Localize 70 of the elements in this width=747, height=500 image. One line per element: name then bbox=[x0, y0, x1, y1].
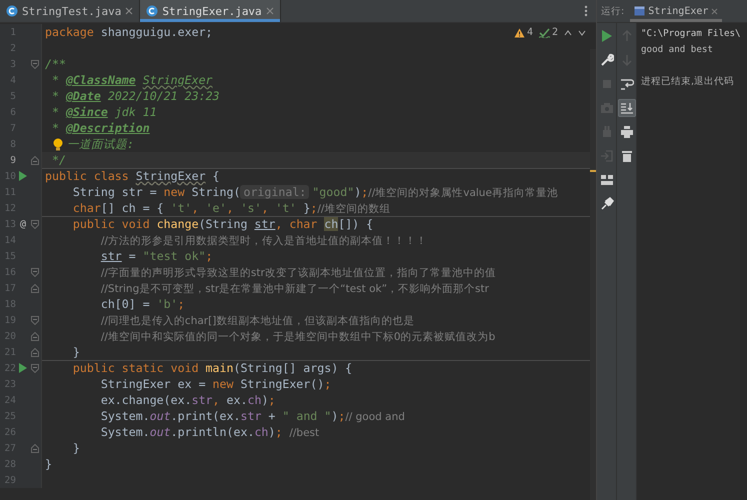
code-line: char[] ch = { 't', 'e', 's', 't' };//堆空间的数组 bbox=[72, 200, 390, 216]
toolbar-button[interactable] bbox=[618, 99, 636, 117]
window-icon bbox=[634, 6, 646, 16]
code-line: ch[0] = 'b'; bbox=[100, 296, 185, 312]
run-icon[interactable] bbox=[19, 171, 27, 181]
fold-icon[interactable] bbox=[31, 364, 39, 372]
code-line: * @Since jdk 11 bbox=[50, 104, 157, 120]
fold-icon[interactable] bbox=[31, 316, 39, 324]
override-marker[interactable]: @ bbox=[20, 218, 26, 230]
close-icon[interactable] bbox=[266, 7, 274, 15]
problem-count: 4 bbox=[526, 27, 533, 38]
problem-count: 2 bbox=[552, 27, 558, 38]
more-options-icon[interactable] bbox=[584, 5, 588, 17]
run-icon bbox=[600, 29, 614, 43]
layout-icon bbox=[600, 173, 614, 187]
console-line: good and best bbox=[641, 43, 714, 57]
fold-icon[interactable] bbox=[31, 156, 39, 164]
warning-icon[interactable] bbox=[514, 28, 525, 38]
code-line: * @ClassName StringExer bbox=[50, 72, 213, 88]
code-line: public class StringExer { bbox=[45, 168, 220, 184]
fold-icon[interactable] bbox=[31, 444, 39, 452]
run-icon[interactable] bbox=[19, 363, 27, 373]
code-line: package shangguigu.exer; bbox=[45, 24, 213, 40]
scroll-to-end-icon bbox=[620, 101, 634, 115]
code-line: //同理也是传入的char[]数组副本地址值，但该副本值指向的也是 bbox=[100, 314, 414, 328]
code-line: //String是不可变型，str是在常量池中新建了一个“test ok”，不影响外面那个str bbox=[100, 282, 489, 296]
printer-icon bbox=[620, 125, 634, 139]
code-line: public static void main(String[] args) { bbox=[72, 360, 352, 376]
code-line: */ bbox=[50, 152, 66, 168]
line-number: 9 bbox=[9, 154, 16, 166]
run-tab[interactable]: StringExer bbox=[630, 0, 722, 22]
code-line: str = "test ok"; bbox=[100, 248, 213, 264]
code-line: String str = new String( original: "good");//堆空间的对象属性value再指向常量池 bbox=[72, 184, 558, 200]
close-icon[interactable] bbox=[125, 7, 134, 15]
code-line: * @Date 2022/10/21 23:23 bbox=[50, 88, 220, 104]
fold-icon[interactable] bbox=[31, 332, 39, 340]
code-line: } bbox=[72, 440, 80, 456]
wrap-icon bbox=[620, 77, 634, 91]
fold-icon[interactable] bbox=[31, 348, 39, 356]
code-line: StringExer ex = new StringExer(); bbox=[100, 376, 332, 392]
class-file-icon bbox=[6, 5, 18, 17]
code-line: } bbox=[72, 344, 80, 360]
check-icon[interactable] bbox=[538, 28, 550, 38]
fold-icon[interactable] bbox=[31, 220, 39, 228]
editor-tab[interactable]: StringExer.java bbox=[140, 0, 281, 22]
console-line: "C:\Program Files\ bbox=[641, 27, 742, 41]
code-line: //堆空间中和实际值的同一个对象，于是堆空间中数组中下标0的元素被赋值改为b bbox=[100, 330, 496, 344]
warning-mark bbox=[590, 170, 596, 172]
code-line: //字面量的声明形式导致这里的str改变了该副本地址值位置，指向了常量池中的值 bbox=[100, 266, 496, 280]
lightbulb-icon[interactable] bbox=[53, 138, 63, 150]
code-line: System.out.print(ex.str + " and ");// good and bbox=[100, 408, 405, 424]
code-line: * @Description bbox=[50, 120, 150, 136]
scrollbar[interactable] bbox=[590, 49, 596, 500]
fold-icon[interactable] bbox=[31, 60, 39, 68]
code-line: 一道面试题: bbox=[67, 136, 134, 152]
pin-icon bbox=[600, 197, 614, 211]
code-line: System.out.println(ex.ch); //best bbox=[100, 424, 320, 440]
code-line: } bbox=[45, 456, 52, 472]
code-line: /** bbox=[45, 56, 66, 72]
wrench-icon bbox=[600, 53, 614, 67]
fold-icon[interactable] bbox=[31, 284, 39, 292]
run-label: 运行: bbox=[601, 4, 624, 18]
code-line: public void change(String str, char ch[]) { bbox=[72, 216, 374, 232]
console-line: 进程已结束,退出代码 bbox=[641, 75, 736, 89]
code-line: //方法的形参是引用数据类型时，传入是首地址值的副本值！！！！ bbox=[100, 234, 427, 248]
class-file-icon bbox=[146, 5, 158, 17]
trash-icon bbox=[620, 149, 634, 163]
code-line: ex.change(ex.str, ex.ch); bbox=[100, 392, 276, 408]
close-icon[interactable] bbox=[711, 8, 718, 14]
fold-icon[interactable] bbox=[31, 268, 39, 276]
